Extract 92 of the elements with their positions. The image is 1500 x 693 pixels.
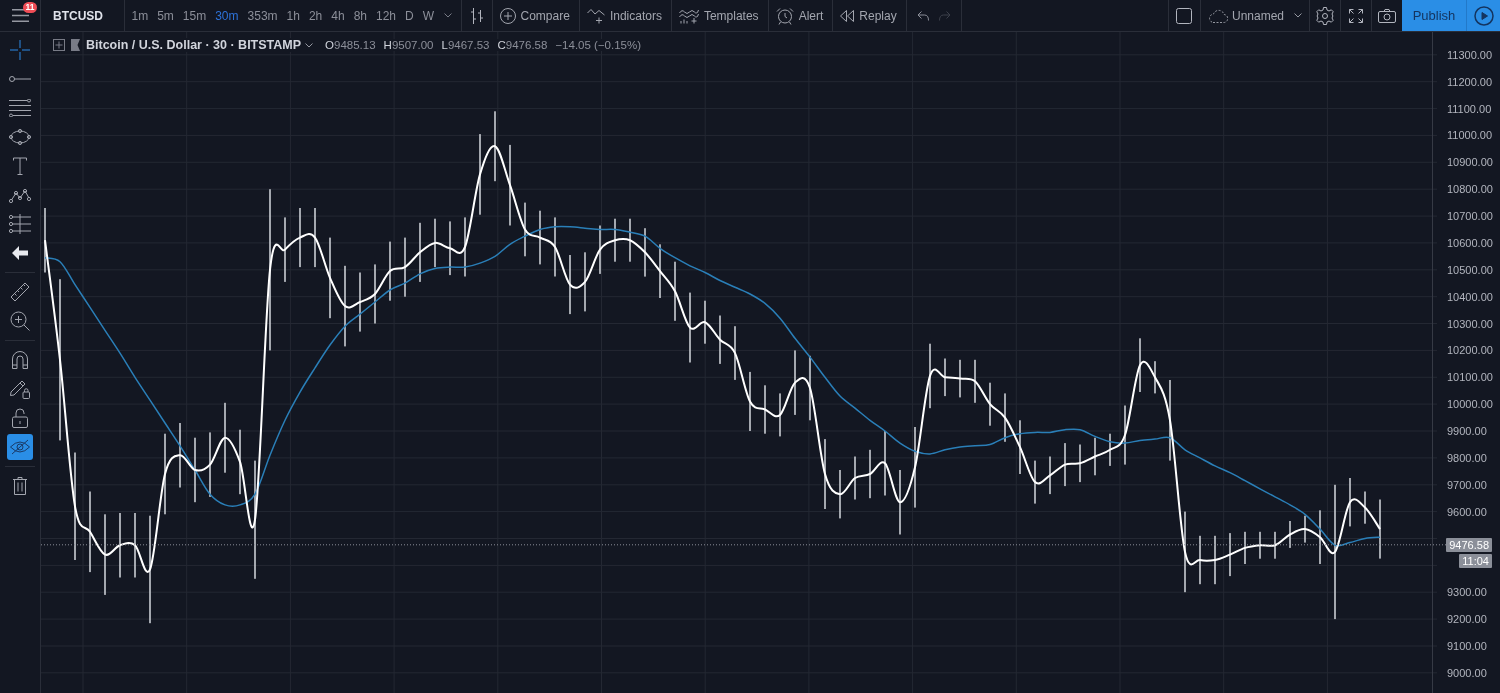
interval-option[interactable]: 353m: [243, 0, 283, 31]
play-button[interactable]: [1466, 0, 1500, 31]
bar-countdown-label: 11:04: [1459, 553, 1492, 568]
symbol-search-button[interactable]: BTCUSD: [41, 0, 124, 31]
ohlc-label: O: [325, 39, 335, 51]
magnet-icon: [12, 350, 28, 369]
price-axis-label: 10600.00: [1447, 236, 1493, 249]
branching-lines-icon: [9, 213, 31, 234]
price-axis-label: 10300.00: [1447, 317, 1493, 330]
notification-count: 11: [23, 2, 37, 13]
compare-button[interactable]: Compare: [492, 0, 579, 31]
interval-option[interactable]: 5m: [152, 0, 179, 31]
wave-plus-icon: [586, 7, 605, 24]
crosshair-icon: [10, 39, 30, 60]
interval-option[interactable]: 15m: [178, 0, 211, 31]
interval-option[interactable]: 2h: [304, 0, 327, 31]
waves-and-bars-icon: [678, 7, 699, 24]
cloud-icon: [1207, 8, 1228, 23]
camera-icon: [1378, 8, 1396, 23]
indicators-button[interactable]: Indicators: [579, 0, 671, 31]
redo-icon: [938, 10, 951, 21]
price-axis-label: 11300.00: [1447, 48, 1493, 61]
price-axis-label: 10200.00: [1447, 344, 1493, 357]
candle-bars-icon: [469, 7, 484, 24]
play-circle-icon: [1473, 5, 1494, 26]
ohlc-label: H: [383, 39, 392, 51]
price-axis-label: 10400.00: [1447, 290, 1493, 303]
square-icon: [1176, 7, 1193, 24]
price-axis-label: 9100.00: [1447, 640, 1487, 652]
trash-icon: [13, 476, 27, 495]
ohlc-value: 9485.13: [334, 39, 376, 51]
last-price-label: 9476.58: [1446, 537, 1492, 552]
zoom-in-icon: [10, 310, 30, 331]
menu-icon: [11, 9, 29, 22]
layout-name-button[interactable]: Unnamed: [1200, 0, 1309, 31]
left-arrow-icon: [12, 245, 28, 260]
line-with-node-icon: [9, 74, 31, 83]
ohlc-value: 9476.58: [505, 39, 548, 51]
symbol-title[interactable]: Bitcoin / U.S. Dollar · 30 · BITSTAMP: [85, 38, 303, 52]
square-plus-icon[interactable]: [53, 39, 65, 51]
price-change: −14.05 (−0.15%): [555, 39, 642, 51]
interval-option[interactable]: 12h: [371, 0, 401, 31]
ruler-icon: [10, 281, 30, 302]
interval-option[interactable]: 4h: [326, 0, 350, 31]
price-axis-label: 10900.00: [1447, 156, 1493, 169]
alarm-clock-icon: [775, 6, 794, 25]
price-axis-label: 9200.00: [1447, 613, 1487, 626]
price-axis-label: 9000.00: [1447, 666, 1487, 679]
ohlc-label: C: [497, 39, 506, 51]
pencil-lock-icon: [10, 378, 30, 399]
undo-icon: [916, 10, 929, 21]
replay-button[interactable]: Replay: [833, 0, 906, 31]
interval-option[interactable]: 8h: [349, 0, 372, 31]
interval-option[interactable]: 1h: [282, 0, 305, 31]
price-axis-label: 11200.00: [1447, 75, 1493, 88]
price-axis-label: 9900.00: [1447, 425, 1487, 437]
caret-icon: [443, 13, 452, 18]
interval-option[interactable]: 1m: [127, 0, 153, 31]
fullscreen-icon: [1349, 8, 1363, 23]
rewind-icon: [840, 9, 855, 22]
text-tool-icon: [13, 156, 27, 175]
caret-icon[interactable]: [305, 42, 314, 48]
interval-option[interactable]: D: [400, 0, 419, 31]
zigzag-icon: [9, 186, 31, 203]
settings-icon: [1316, 6, 1334, 25]
price-axis-label: 10500.00: [1447, 263, 1493, 276]
price-axis-label: 9600.00: [1447, 505, 1487, 518]
price-axis-label: 10100.00: [1447, 371, 1493, 384]
price-axis-label: 10800.00: [1447, 183, 1493, 196]
ohlc-value: 9467.53: [447, 39, 490, 51]
price-axis-label: 10700.00: [1447, 210, 1493, 223]
ohlc-label: L: [441, 39, 448, 51]
ellipse-icon: [9, 128, 31, 145]
alert-button[interactable]: Alert: [768, 0, 833, 31]
flag-icon[interactable]: [71, 39, 80, 51]
caret-icon: [1294, 13, 1302, 18]
parallel-lines-icon: [9, 98, 31, 117]
crossed-eye-icon: [10, 438, 30, 455]
publish-button[interactable]: Publish: [1402, 0, 1466, 31]
price-axis-label: 9300.00: [1447, 586, 1487, 599]
open-padlock-icon: [12, 407, 28, 428]
price-axis-label: 9800.00: [1447, 451, 1487, 464]
templates-button[interactable]: Templates: [671, 0, 768, 31]
hide-drawings-button[interactable]: [7, 433, 33, 460]
price-axis-label: 10000.00: [1447, 398, 1493, 411]
circle-plus-icon: [499, 7, 516, 24]
price-axis-label: 9700.00: [1447, 478, 1487, 491]
ohlc-value: 9507.00: [391, 39, 434, 51]
price-axis-label: 11000.00: [1447, 129, 1493, 142]
interval-option[interactable]: 30m: [210, 0, 244, 31]
price-axis-label: 11100.00: [1447, 102, 1492, 115]
interval-option[interactable]: W: [418, 0, 439, 31]
